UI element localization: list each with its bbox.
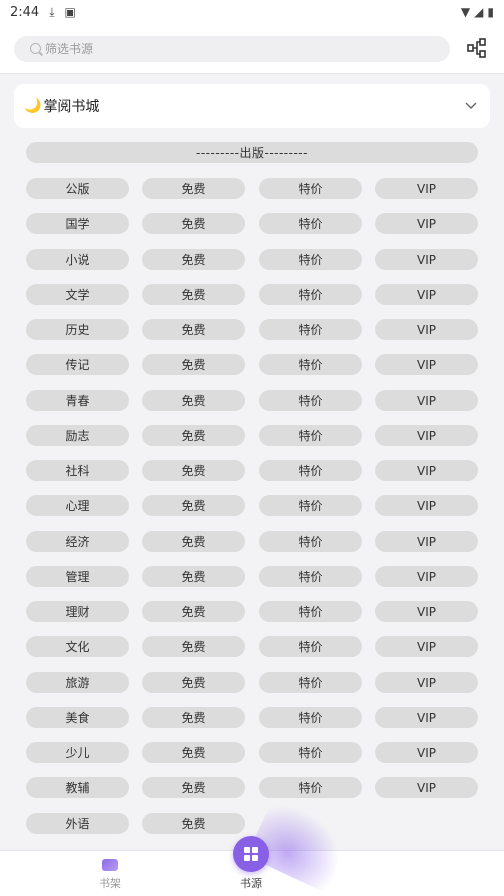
category-pill[interactable]: 免费 [142, 178, 245, 199]
category-pill[interactable]: 免费 [142, 425, 245, 446]
bookshelf-icon [102, 859, 118, 871]
search-icon [30, 43, 41, 54]
category-pill[interactable]: 免费 [142, 213, 245, 234]
category-pill[interactable]: 特价 [259, 284, 362, 305]
category-pill[interactable]: VIP [375, 390, 478, 411]
category-pill[interactable]: 外语 [26, 813, 129, 834]
category-pill[interactable]: 美食 [26, 707, 129, 728]
grid-icon [244, 847, 258, 861]
category-pill[interactable]: 特价 [259, 390, 362, 411]
category-pill[interactable]: 特价 [259, 742, 362, 763]
category-pill[interactable]: 特价 [259, 319, 362, 340]
category-pill[interactable]: VIP [375, 742, 478, 763]
category-pill[interactable]: 免费 [142, 249, 245, 270]
category-pill[interactable]: VIP [375, 636, 478, 657]
category-pill[interactable]: 特价 [259, 460, 362, 481]
status-time: 2:44 [10, 4, 40, 20]
chevron-down-icon[interactable] [464, 98, 478, 112]
category-pill[interactable]: VIP [375, 354, 478, 375]
category-pill[interactable]: 特价 [259, 636, 362, 657]
category-pill[interactable]: 免费 [142, 354, 245, 375]
category-pill[interactable]: 管理 [26, 566, 129, 587]
category-pill[interactable]: VIP [375, 495, 478, 516]
category-pill[interactable]: 特价 [259, 213, 362, 234]
category-pill[interactable]: 教辅 [26, 777, 129, 798]
category-pill[interactable]: 特价 [259, 707, 362, 728]
battery-icon: ▮ [487, 5, 494, 19]
category-pill[interactable]: 理财 [26, 601, 129, 622]
category-pill[interactable]: 文学 [26, 284, 129, 305]
category-pill[interactable]: VIP [375, 319, 478, 340]
category-pill[interactable]: 免费 [142, 390, 245, 411]
status-bar: 2:44 ⤓ ▣ ▼ ◢ ▮ [0, 0, 504, 24]
source-selector[interactable]: 🌙 掌阅书城 [14, 84, 490, 128]
nav-label-shelf: 书架 [99, 877, 121, 890]
category-pill[interactable]: 特价 [259, 777, 362, 798]
category-pill[interactable]: 免费 [142, 601, 245, 622]
category-pill[interactable]: VIP [375, 777, 478, 798]
category-pill[interactable]: VIP [375, 460, 478, 481]
category-pill[interactable]: 文化 [26, 636, 129, 657]
nav-item-shelf[interactable]: 书架 [50, 851, 170, 896]
category-pill[interactable]: VIP [375, 707, 478, 728]
category-pill[interactable]: 历史 [26, 319, 129, 340]
category-pill[interactable]: 免费 [142, 531, 245, 552]
category-pill[interactable]: VIP [375, 425, 478, 446]
category-pill[interactable]: VIP [375, 213, 478, 234]
download-icon: ⤓ [49, 4, 55, 19]
category-pill[interactable]: 免费 [142, 742, 245, 763]
nav-label-source: 书源 [240, 877, 262, 890]
category-pill[interactable]: 经济 [26, 531, 129, 552]
category-pill[interactable]: 特价 [259, 354, 362, 375]
category-pill[interactable]: 免费 [142, 636, 245, 657]
category-pill[interactable]: 少儿 [26, 742, 129, 763]
category-pill[interactable]: 特价 [259, 178, 362, 199]
tree-structure-icon[interactable] [466, 37, 488, 59]
category-pill[interactable]: 心理 [26, 495, 129, 516]
category-pill[interactable]: 特价 [259, 672, 362, 693]
category-pill[interactable]: 传记 [26, 354, 129, 375]
category-pill[interactable]: 免费 [142, 460, 245, 481]
category-pill[interactable]: VIP [375, 601, 478, 622]
category-pill[interactable]: 小说 [26, 249, 129, 270]
category-pill[interactable]: 特价 [259, 425, 362, 446]
category-pill[interactable]: VIP [375, 178, 478, 199]
top-bar: 筛选书源 [0, 24, 504, 74]
category-pill[interactable]: 励志 [26, 425, 129, 446]
category-pill[interactable]: 免费 [142, 319, 245, 340]
wifi-icon: ▼ [460, 5, 471, 19]
section-header-pill[interactable]: ---------出版--------- [26, 142, 478, 163]
signal-icon: ◢ [474, 5, 484, 19]
category-pill[interactable]: 免费 [142, 707, 245, 728]
search-input[interactable]: 筛选书源 [14, 35, 450, 62]
category-pill[interactable]: 旅游 [26, 672, 129, 693]
category-pill[interactable]: 青春 [26, 390, 129, 411]
notification-icon: ▣ [64, 5, 76, 19]
category-pill[interactable]: 免费 [142, 813, 245, 834]
category-pill[interactable]: VIP [375, 284, 478, 305]
source-title: 掌阅书城 [43, 99, 100, 115]
search-placeholder: 筛选书源 [45, 42, 94, 56]
category-pill[interactable]: VIP [375, 672, 478, 693]
category-pill[interactable]: VIP [375, 566, 478, 587]
category-pill[interactable]: VIP [375, 249, 478, 270]
category-pill[interactable]: 免费 [142, 672, 245, 693]
moon-icon: 🌙 [24, 98, 42, 114]
category-pill[interactable]: 免费 [142, 566, 245, 587]
category-pill[interactable]: 特价 [259, 531, 362, 552]
category-pill[interactable]: 公版 [26, 178, 129, 199]
category-pill[interactable]: 免费 [142, 495, 245, 516]
source-fab-button[interactable] [233, 836, 269, 872]
category-pill[interactable]: 社科 [26, 460, 129, 481]
category-pill[interactable]: 特价 [259, 249, 362, 270]
category-pill[interactable]: 特价 [259, 601, 362, 622]
category-pill[interactable]: 特价 [259, 566, 362, 587]
category-pill[interactable]: 免费 [142, 284, 245, 305]
category-pill[interactable]: 国学 [26, 213, 129, 234]
category-pill[interactable]: 特价 [259, 495, 362, 516]
category-pill[interactable]: 免费 [142, 777, 245, 798]
category-pill[interactable]: VIP [375, 531, 478, 552]
